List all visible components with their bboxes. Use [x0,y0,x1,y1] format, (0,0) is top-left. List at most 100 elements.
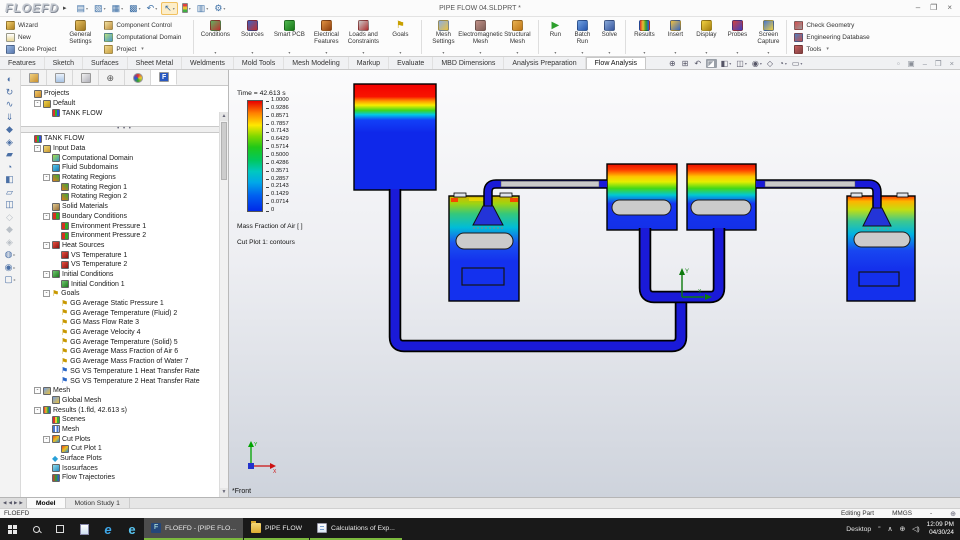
ribbon-small-button[interactable]: Project ▾ [102,44,188,54]
ribbon-button[interactable]: Screen Capture ▾ [753,18,783,56]
ribbon-button[interactable]: Probes ▾ [722,18,752,56]
ribbon-button[interactable]: Batch Run ▾ [569,18,595,56]
tree-expander[interactable]: - [34,145,41,153]
tree-row[interactable]: VS Temperature 1 [25,250,218,260]
window-control-icon[interactable]: × [947,3,952,13]
view-tool-icon[interactable]: ◇ [766,59,775,68]
tree-row[interactable]: ⚑ GG Average Temperature (Fluid) 2 [25,308,218,318]
view-tool-icon[interactable]: ◧ ▾ [720,59,733,68]
side-tool-icon[interactable]: ◆ [6,225,14,234]
network-icon[interactable]: ⊕ [899,525,905,533]
ribbon-small-button[interactable]: Engineering Database [792,32,876,42]
ribbon-button[interactable]: Sources ▾ [234,18,270,56]
command-tab[interactable]: Evaluate [389,57,434,69]
doc-window-control-icon[interactable]: ❐ [935,59,942,68]
scroll-down-icon[interactable]: ▼ [220,488,228,497]
command-tab[interactable]: Markup [349,57,390,69]
ribbon-button[interactable]: Mesh Settings ▾ [425,18,461,56]
tree-row[interactable]: ⚑ SG VS Temperature 2 Heat Transfer Rate [25,376,218,386]
side-tool-icon[interactable]: ↻ [6,87,15,97]
command-tab[interactable]: Mesh Modeling [284,57,349,69]
command-tab[interactable]: MBD Dimensions [433,57,505,69]
tree-row[interactable]: - Results (1.fld, 42.613 s) [25,405,218,415]
options-gear-icon[interactable]: ⚙ ▾ [212,3,227,14]
tree-row[interactable]: Environment Pressure 2 [25,231,218,241]
ribbon-button[interactable]: Insert ▾ [660,18,690,56]
tree-row[interactable]: ⚑ SG VS Temperature 1 Heat Transfer Rate [25,367,218,377]
open-icon[interactable]: ▧ ▾ [92,3,108,14]
tree-row[interactable]: - Cut Plots [25,434,218,444]
ribbon-small-button[interactable]: New [4,32,58,42]
model-tab[interactable]: Motion Study 1 [66,498,130,508]
show-hidden-icons[interactable]: ∧ [887,525,892,533]
tree-row[interactable]: - ⚑ Goals [25,289,218,299]
tree-expander[interactable]: - [34,406,41,414]
tree-expander[interactable]: - [43,290,50,298]
wide-tank-right[interactable] [686,163,757,231]
internal-rod[interactable] [853,231,911,248]
tree-row[interactable]: ⚑ GG Mass Flow Rate 3 [25,318,218,328]
tree-row[interactable]: ⚑ GG Average Mass Fraction of Air 6 [25,347,218,357]
side-tool-icon[interactable]: ∿ [6,100,15,109]
pinned-ie[interactable]: e [120,518,144,540]
ribbon-button[interactable]: Conditions ▾ [197,18,233,56]
traffic-light-icon[interactable]: ▾ [180,2,193,14]
taskbar-app-button[interactable]: PIPE FLOW [244,518,310,540]
internal-rod[interactable] [611,199,672,216]
tab-nav-arrow-icon[interactable]: ◀ [3,500,6,506]
status-units[interactable]: MMGS [892,510,912,517]
dimxpertmanager-tab[interactable] [99,70,125,85]
print-icon[interactable]: ▩ ▾ [127,3,143,14]
tree-expander[interactable]: - [43,174,50,182]
side-tool-icon[interactable]: ◫ [5,200,15,209]
ribbon-button[interactable]: Electrical Features ▾ [308,18,344,56]
ribbon-small-button[interactable]: Computational Domain [102,32,188,42]
view-tool-icon[interactable]: ↶ [693,59,703,68]
view-tool-icon[interactable]: ⊞ [681,59,691,68]
new-document-icon[interactable]: ▤ ▾ [75,3,91,14]
tab-nav-arrow-icon[interactable]: ▶ [14,500,17,506]
tree-row[interactable]: Cut Plot 1 [25,444,218,454]
view-tool-icon[interactable]: ◪ [706,58,717,68]
volume-icon[interactable]: ◁) [912,525,920,533]
tree-expander[interactable]: - [34,387,41,395]
search-button[interactable] [24,518,48,540]
command-tab[interactable]: Sketch [45,57,84,69]
side-tool-icon[interactable]: ◉ ▸ [5,262,16,272]
tree-expander[interactable]: - [43,241,50,249]
doc-window-control-icon[interactable]: – [923,59,927,68]
taskbar-clock[interactable]: 12:09 PM 04/30/24 [927,521,954,537]
tree-row[interactable]: VS Temperature 2 [25,260,218,270]
tree-row[interactable]: - Mesh [25,386,218,396]
tree-row[interactable]: Global Mesh [25,396,218,406]
tree-row[interactable]: ⚑ GG Average Static Pressure 1 [25,299,218,309]
status-dash[interactable]: - [930,510,932,517]
start-button[interactable] [0,518,24,540]
tree-row[interactable]: - Input Data [25,144,218,154]
tree-row[interactable]: - Initial Conditions [25,270,218,280]
task-view-button[interactable] [48,518,72,540]
tab-nav-arrow-icon[interactable]: ◀ [8,500,11,506]
side-tool-icon[interactable]: ⇓ [6,112,15,122]
tree-row[interactable]: Rotating Region 1 [25,182,218,192]
internal-rod[interactable] [690,199,752,216]
ribbon-small-button[interactable]: Tools ▾ [792,44,876,54]
doc-window-control-icon[interactable]: ▣ [908,59,915,68]
side-tool-icon[interactable]: ◈ [6,137,14,147]
floefd-analysis-tab[interactable] [151,70,177,85]
tree-expander[interactable]: - [43,212,50,220]
tree-row[interactable]: - Default [25,99,228,109]
tree-row[interactable]: - Boundary Conditions [25,212,218,222]
undo-icon[interactable]: ↶ ▾ [145,3,160,14]
tree-row[interactable]: Initial Condition 1 [25,279,218,289]
side-tool-icon[interactable]: ▢ ▸ [4,275,16,284]
tree-expander[interactable]: - [43,270,50,278]
panel-splitter[interactable]: • • • [21,126,228,133]
ribbon-button[interactable]: Electromagnetic Mesh ▾ [458,18,503,56]
tree-row[interactable]: ⚑ GG Average Temperature (Solid) 5 [25,337,218,347]
side-tool-icon[interactable]: ▰ [6,150,14,159]
tree-row[interactable]: Flow Trajectories [25,473,218,483]
doc-window-control-icon[interactable]: × [950,59,954,68]
view-tool-icon[interactable]: ◫ ▾ [735,59,748,68]
side-tool-icon[interactable]: ◔ [7,162,13,172]
